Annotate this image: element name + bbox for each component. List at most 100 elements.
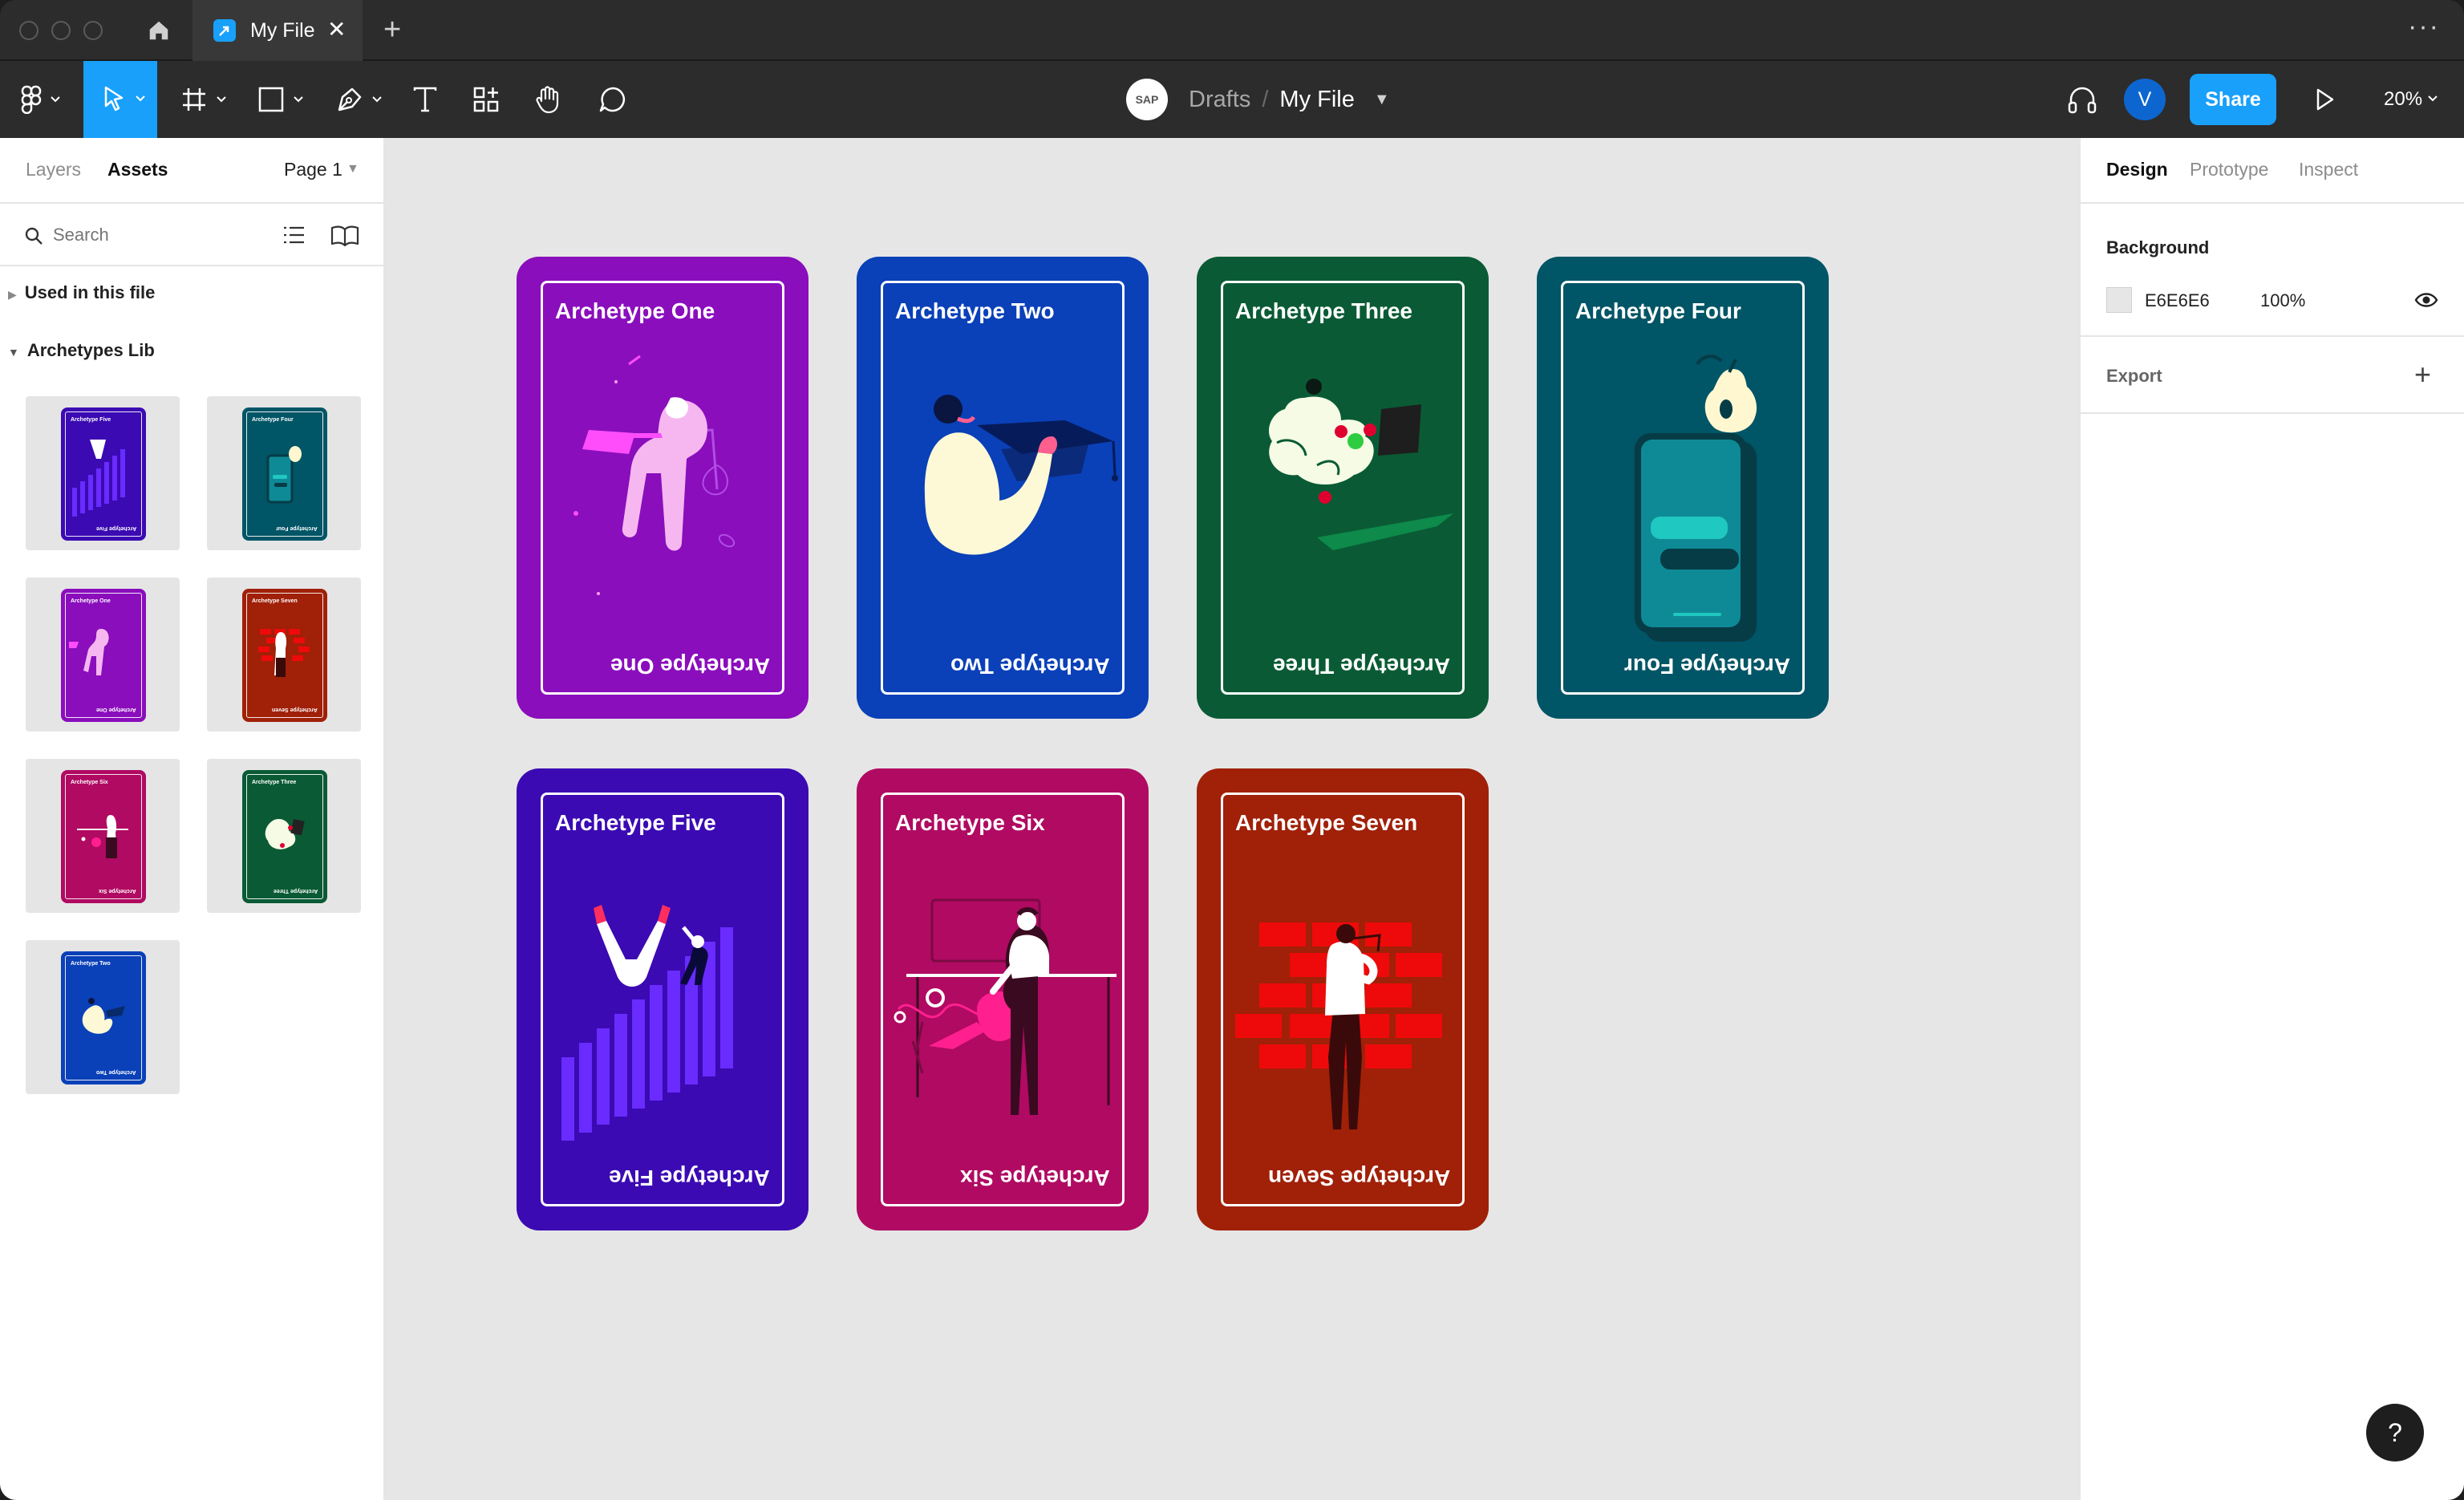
asset-thumbnail[interactable]: Archetype Two Archetype Two	[26, 940, 180, 1094]
archetype-card[interactable]: Archetype One Archetype One	[517, 257, 808, 719]
asset-card-preview: Archetype Six Archetype Six	[61, 770, 146, 903]
asset-card-preview: Archetype Three Archetype Three	[242, 770, 327, 903]
hand-tool-button[interactable]	[525, 61, 573, 138]
background-hex-input[interactable]: E6E6E6	[2145, 290, 2210, 311]
help-button[interactable]: ?	[2366, 1404, 2424, 1461]
frame-tool-button[interactable]	[172, 61, 236, 138]
card-title: Archetype Five	[555, 810, 716, 835]
card-title: Archetype Six	[895, 810, 1045, 835]
background-color-swatch[interactable]	[2106, 287, 2132, 313]
illustration-bar-chart-climb	[561, 905, 733, 1141]
background-section: Background E6E6E6 100%	[2081, 204, 2464, 337]
illustration-brick-wall	[1235, 922, 1442, 1129]
team-logo: SAP	[1126, 79, 1168, 120]
card-title: Archetype One	[555, 298, 715, 323]
archetype-card[interactable]: Archetype Four Archetype Four	[1537, 257, 1829, 719]
pen-icon	[338, 87, 362, 111]
illustration-workbench	[894, 898, 1116, 1115]
illustration-tablet-person	[1268, 379, 1453, 550]
chevron-down-icon[interactable]: ▼	[1374, 91, 1390, 109]
archetype-card[interactable]: Archetype Seven Archetype Seven	[1197, 768, 1489, 1230]
share-button[interactable]: Share	[2190, 74, 2276, 125]
chevron-down-icon: ▼	[8, 346, 19, 359]
close-tab-icon[interactable]: ✕	[327, 16, 346, 43]
components-icon	[473, 87, 499, 112]
right-panel-tabs: Design Prototype Inspect	[2081, 138, 2464, 204]
page-selector[interactable]: Page 1	[284, 159, 342, 180]
pen-tool-button[interactable]	[327, 61, 391, 138]
file-tab[interactable]: My File ✕	[192, 0, 363, 61]
archetype-card[interactable]: Archetype Six Archetype Six	[857, 768, 1149, 1230]
add-export-button[interactable]: +	[2414, 358, 2431, 391]
archetype-card[interactable]: Archetype Three Archetype Three	[1197, 257, 1489, 719]
page-chevron-icon[interactable]: ▼	[346, 162, 359, 176]
asset-thumbnail[interactable]: Archetype Seven Archetype Seven	[207, 578, 361, 732]
more-options-icon[interactable]: ···	[2408, 11, 2440, 43]
tab-layers[interactable]: Layers	[26, 159, 81, 180]
chevron-right-icon: ▶	[8, 288, 17, 301]
card-title-inverted: Archetype Five	[609, 1166, 770, 1190]
asset-card-preview: Archetype Four Archetype Four	[242, 407, 327, 541]
card-title-inverted: Archetype Seven	[1267, 1166, 1450, 1190]
breadcrumb-separator: /	[1262, 86, 1269, 112]
hand-icon	[536, 86, 559, 114]
left-panel: Layers Assets Page 1 ▼ ▶Used in this fil…	[0, 138, 385, 1500]
asset-card-preview: Archetype Two Archetype Two	[61, 951, 146, 1084]
background-label: Background	[2106, 237, 2210, 257]
archetype-card[interactable]: Archetype Five Archetype Five	[517, 768, 808, 1230]
illustration-laptop-person	[573, 355, 736, 595]
search-input[interactable]	[53, 221, 253, 249]
asset-thumbnail[interactable]: Archetype Three Archetype Three	[207, 759, 361, 913]
zoom-window-button[interactable]	[83, 21, 103, 40]
background-opacity-input[interactable]: 100%	[2260, 290, 2305, 311]
shape-tool-button[interactable]	[249, 61, 313, 138]
asset-card-preview: Archetype Five Archetype Five	[61, 407, 146, 541]
asset-thumbnail[interactable]: Archetype Four Archetype Four	[207, 396, 361, 550]
card-title-inverted: Archetype Four	[1624, 654, 1790, 679]
card-title-inverted: Archetype Six	[960, 1166, 1110, 1190]
text-icon	[413, 87, 437, 112]
canvas[interactable]: Archetype One Archetype One Archetype Tw…	[385, 138, 2079, 1500]
close-window-button[interactable]	[19, 21, 38, 40]
list-view-icon[interactable]	[282, 225, 305, 245]
zoom-chevron-icon[interactable]	[2427, 95, 2438, 103]
library-book-icon[interactable]	[330, 225, 359, 247]
asset-thumbnail[interactable]: Archetype Six Archetype Six	[26, 759, 180, 913]
eye-icon[interactable]	[2414, 290, 2438, 310]
home-icon[interactable]	[128, 0, 189, 61]
text-tool-button[interactable]	[401, 61, 449, 138]
archetype-card[interactable]: Archetype Two Archetype Two	[857, 257, 1149, 719]
title-bar: My File ✕ + ···	[0, 0, 2464, 61]
comment-tool-button[interactable]	[589, 61, 637, 138]
card-title-inverted: Archetype Three	[1273, 654, 1450, 679]
search-icon	[25, 227, 43, 245]
section-used-in-file[interactable]: ▶ Used in this file	[8, 282, 155, 303]
breadcrumb-file-name[interactable]: My File	[1279, 87, 1354, 113]
tab-assets[interactable]: Assets	[107, 159, 168, 180]
main-menu-button[interactable]	[13, 61, 69, 138]
zoom-level[interactable]: 20%	[2384, 88, 2422, 111]
asset-card-preview: Archetype One Archetype One	[61, 589, 146, 722]
minimize-window-button[interactable]	[51, 21, 71, 40]
asset-search	[0, 204, 383, 266]
tab-inspect[interactable]: Inspect	[2299, 159, 2358, 180]
left-panel-tabs: Layers Assets Page 1 ▼	[0, 138, 383, 204]
card-title-inverted: Archetype Two	[950, 654, 1110, 679]
resources-tool-button[interactable]	[462, 61, 510, 138]
new-tab-button[interactable]: +	[383, 13, 401, 47]
card-title-inverted: Archetype One	[610, 654, 770, 679]
user-avatar[interactable]: V	[2124, 79, 2166, 120]
present-play-icon[interactable]	[2310, 85, 2339, 118]
breadcrumb-drafts[interactable]: Drafts	[1189, 87, 1250, 113]
asset-card-preview: Archetype Seven Archetype Seven	[242, 589, 327, 722]
move-tool-button[interactable]	[83, 61, 157, 138]
tab-prototype[interactable]: Prototype	[2190, 159, 2268, 180]
asset-thumbnail[interactable]: Archetype Five Archetype Five	[26, 396, 180, 550]
tab-design[interactable]: Design	[2106, 159, 2168, 180]
export-label[interactable]: Export	[2106, 366, 2162, 387]
asset-thumbnail[interactable]: Archetype One Archetype One	[26, 578, 180, 732]
audio-call-icon[interactable]	[2066, 83, 2098, 120]
section-archetypes-lib[interactable]: ▼ Archetypes Lib	[8, 340, 155, 361]
export-section: Export +	[2081, 337, 2464, 414]
comment-icon	[599, 87, 626, 112]
